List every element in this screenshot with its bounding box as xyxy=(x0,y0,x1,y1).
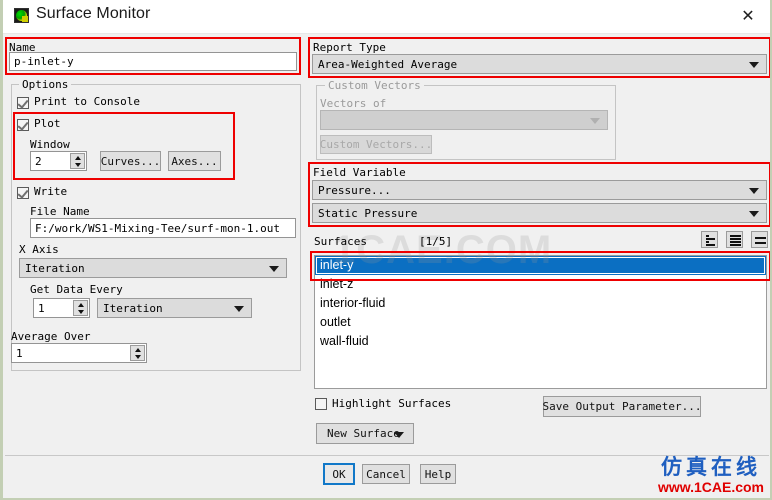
list-item[interactable]: wall-fluid xyxy=(315,332,766,351)
chevron-down-icon xyxy=(749,188,759,194)
chevron-down-icon xyxy=(234,306,244,312)
report-type-value: Area-Weighted Average xyxy=(318,57,458,71)
highlight-surfaces-label: Highlight Surfaces xyxy=(332,397,452,410)
report-type-combo[interactable]: Area-Weighted Average xyxy=(312,54,767,74)
x-axis-combo[interactable]: Iteration xyxy=(19,258,287,278)
plot-label: Plot xyxy=(34,117,61,130)
get-data-every-value: 1 xyxy=(38,301,45,315)
filter-icon[interactable] xyxy=(701,231,718,248)
window-spinner[interactable]: 2 xyxy=(30,151,87,171)
highlight-surfaces-checkbox[interactable] xyxy=(315,398,327,410)
average-over-spinner-buttons[interactable] xyxy=(130,345,145,361)
new-surface-button[interactable]: New Surface xyxy=(316,423,414,444)
get-data-every-label: Get Data Every xyxy=(30,283,123,296)
list-item[interactable]: inlet-y xyxy=(315,256,766,275)
surfaces-counter: [1/5] xyxy=(419,235,453,248)
get-data-every-unit-value: Iteration xyxy=(103,301,163,315)
brand-watermark-cn: 仿真在线 xyxy=(660,455,761,479)
custom-vectors-group-title: Custom Vectors xyxy=(325,79,424,92)
get-data-every-spinner-buttons[interactable] xyxy=(73,300,88,316)
chevron-down-icon xyxy=(590,118,600,124)
title-bar: Surface Monitor ✕ xyxy=(3,0,770,34)
custom-vectors-button: Custom Vectors... xyxy=(320,135,432,154)
field-variable-variable-value: Static Pressure xyxy=(318,206,418,220)
average-over-label: Average Over xyxy=(11,330,91,343)
list-item[interactable]: inlet-z xyxy=(315,275,766,294)
field-variable-category-combo[interactable]: Pressure... xyxy=(312,180,767,200)
get-data-every-spin-down[interactable] xyxy=(74,308,87,315)
average-over-spinner[interactable]: 1 xyxy=(11,343,147,363)
average-over-spin-up[interactable] xyxy=(131,346,144,353)
average-over-value: 1 xyxy=(16,346,23,360)
write-checkbox[interactable] xyxy=(17,187,29,199)
brand-watermark: 仿真在线 www.1CAE.com xyxy=(658,455,764,495)
average-over-spin-down[interactable] xyxy=(131,353,144,360)
window-spinner-buttons[interactable] xyxy=(70,153,85,169)
ok-button[interactable]: OK xyxy=(323,463,355,485)
new-surface-label: New Surface xyxy=(327,427,400,440)
vectors-of-label: Vectors of xyxy=(320,97,387,110)
x-axis-label: X Axis xyxy=(19,243,59,256)
window-label: Window xyxy=(30,138,70,151)
chevron-down-icon xyxy=(749,62,759,68)
get-data-every-spin-up[interactable] xyxy=(74,301,87,308)
chevron-down-icon xyxy=(394,431,404,438)
window-spin-down[interactable] xyxy=(71,161,84,168)
surface-monitor-dialog: 1CAE.COM Surface Monitor ✕ Name p-inlet-… xyxy=(0,0,772,500)
surfaces-label: Surfaces xyxy=(314,235,367,248)
get-data-every-spinner[interactable]: 1 xyxy=(33,298,90,318)
surfaces-listbox[interactable]: inlet-y inlet-z interior-fluid outlet wa… xyxy=(314,255,767,389)
x-axis-value: Iteration xyxy=(25,261,85,275)
cancel-button[interactable]: Cancel xyxy=(362,464,410,484)
get-data-every-unit-combo[interactable]: Iteration xyxy=(97,298,252,318)
options-group-title: Options xyxy=(19,78,72,91)
window-spin-up[interactable] xyxy=(71,154,84,161)
write-label: Write xyxy=(34,185,68,198)
help-button[interactable]: Help xyxy=(420,464,456,484)
plot-checkbox[interactable] xyxy=(17,119,29,131)
print-to-console-checkbox[interactable] xyxy=(17,97,29,109)
footer-divider xyxy=(5,455,769,456)
close-icon[interactable]: ✕ xyxy=(726,0,770,32)
print-to-console-label: Print to Console xyxy=(34,95,140,108)
axes-button[interactable]: Axes... xyxy=(168,151,221,171)
save-output-parameter-button[interactable]: Save Output Parameter... xyxy=(543,396,701,417)
brand-watermark-url: www.1CAE.com xyxy=(657,479,764,495)
list-icon[interactable] xyxy=(726,231,743,248)
chevron-down-icon xyxy=(269,266,279,272)
field-variable-category-value: Pressure... xyxy=(318,183,391,197)
field-variable-variable-combo[interactable]: Static Pressure xyxy=(312,203,767,223)
vectors-of-combo xyxy=(320,110,608,130)
name-input[interactable]: p-inlet-y xyxy=(9,52,297,71)
page-title: Surface Monitor xyxy=(36,5,151,22)
equals-icon[interactable] xyxy=(751,231,768,248)
file-name-label: File Name xyxy=(30,205,90,218)
file-name-input[interactable]: F:/work/WS1-Mixing-Tee/surf-mon-1.out xyxy=(30,218,296,238)
field-variable-label: Field Variable xyxy=(313,166,406,179)
list-item[interactable]: interior-fluid xyxy=(315,294,766,313)
curves-button[interactable]: Curves... xyxy=(100,151,161,171)
chevron-down-icon xyxy=(749,211,759,217)
window-value: 2 xyxy=(35,154,42,168)
fluent-monitor-icon xyxy=(14,8,29,23)
list-item[interactable]: outlet xyxy=(315,313,766,332)
report-type-label: Report Type xyxy=(313,41,386,54)
